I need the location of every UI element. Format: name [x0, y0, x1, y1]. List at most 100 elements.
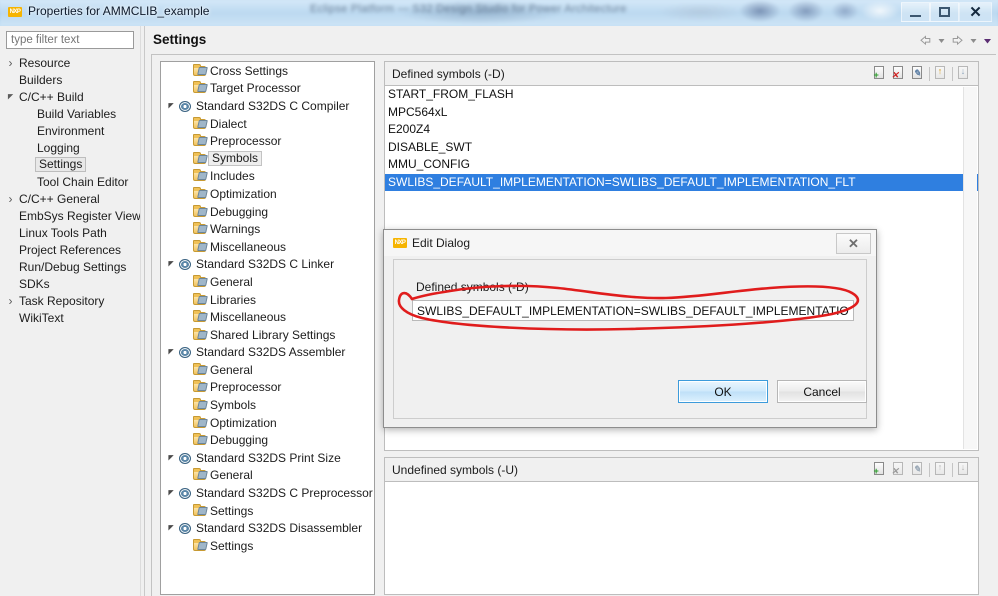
- add-icon[interactable]: +: [872, 65, 888, 82]
- sidebar-item-task-repository[interactable]: › Task Repository: [0, 292, 140, 309]
- sidebar-item-settings[interactable]: Settings: [0, 156, 140, 173]
- edit-dialog: NXP Edit Dialog ✕ Defined symbols (-D) O…: [383, 229, 877, 428]
- tool-tree-item-standard-s32ds-c-compiler[interactable]: ◢ Standard S32DS C Compiler: [161, 97, 374, 115]
- tool-tree-item-cross-settings[interactable]: Cross Settings: [161, 62, 374, 80]
- symbol-list-item[interactable]: MPC564xL: [385, 104, 978, 122]
- tool-tree-item-miscellaneous[interactable]: Miscellaneous: [161, 308, 374, 326]
- forward-arrow-icon[interactable]: [950, 33, 965, 48]
- tool-tree-item-warnings[interactable]: Warnings: [161, 220, 374, 238]
- tool-tree-item-debugging[interactable]: Debugging: [161, 203, 374, 221]
- minimize-button[interactable]: [901, 2, 930, 22]
- chevron-down-icon[interactable]: ◢: [164, 524, 178, 532]
- move-down-icon[interactable]: ↓: [956, 65, 972, 82]
- chevron-down-icon[interactable]: ◢: [164, 260, 178, 268]
- sidebar-item-builders[interactable]: Builders: [0, 71, 140, 88]
- ok-button[interactable]: OK: [678, 380, 768, 403]
- sidebar-item-build-variables[interactable]: Build Variables: [0, 105, 140, 122]
- tool-tree-item-settings[interactable]: Settings: [161, 537, 374, 555]
- edit-dialog-title-bar[interactable]: NXP Edit Dialog ✕: [384, 230, 876, 256]
- delete-icon[interactable]: ✕: [891, 461, 907, 478]
- chevron-right-icon[interactable]: ›: [4, 294, 17, 308]
- tool-tree-item-target-processor[interactable]: Target Processor: [161, 80, 374, 98]
- tool-tree-item-standard-s32ds-disassembler[interactable]: ◢ Standard S32DS Disassembler: [161, 519, 374, 537]
- filter-input[interactable]: [6, 31, 134, 49]
- chevron-down-icon[interactable]: ◢: [164, 348, 178, 356]
- back-dropdown-icon[interactable]: [936, 33, 947, 48]
- tool-tree-item-preprocessor[interactable]: Preprocessor: [161, 379, 374, 397]
- forward-dropdown-icon[interactable]: [968, 33, 979, 48]
- history-navigation-buttons[interactable]: [918, 31, 993, 49]
- tool-tree-item-label: Standard S32DS Disassembler: [196, 521, 363, 536]
- tool-tree-item-miscellaneous[interactable]: Miscellaneous: [161, 238, 374, 256]
- delete-icon[interactable]: ✕: [891, 65, 907, 82]
- move-up-icon[interactable]: ↑: [933, 461, 949, 478]
- symbol-list-item[interactable]: E200Z4: [385, 121, 978, 139]
- tool-tree-item-debugging[interactable]: Debugging: [161, 431, 374, 449]
- symbol-list-item[interactable]: MMU_CONFIG: [385, 156, 978, 174]
- sidebar-item-project-references[interactable]: Project References: [0, 241, 140, 258]
- tool-tree-item-general[interactable]: General: [161, 467, 374, 485]
- defined-symbols-toolbar[interactable]: + ✕ ✎ ↑ ↓: [872, 65, 972, 82]
- gear-icon: [178, 99, 194, 113]
- sidebar-item-sdks[interactable]: SDKs: [0, 275, 140, 292]
- tool-tree-item-optimization[interactable]: Optimization: [161, 414, 374, 432]
- sidebar-item-c-c-build[interactable]: ◢ C/C++ Build: [0, 88, 140, 105]
- symbol-list-item[interactable]: START_FROM_FLASH: [385, 86, 978, 104]
- properties-category-tree[interactable]: › Resource Builders ◢ C/C++ Build Build Var…: [0, 54, 140, 596]
- tool-tree-item-includes[interactable]: Includes: [161, 168, 374, 186]
- tool-tree-item-dialect[interactable]: Dialect: [161, 115, 374, 133]
- sidebar-item-environment[interactable]: Environment: [0, 122, 140, 139]
- tool-tree-item-standard-s32ds-c-linker[interactable]: ◢ Standard S32DS C Linker: [161, 256, 374, 274]
- tool-tree-item-standard-s32ds-assembler[interactable]: ◢ Standard S32DS Assembler: [161, 344, 374, 362]
- undefined-symbols-list[interactable]: [384, 481, 979, 595]
- tool-tree-item-shared-library-settings[interactable]: Shared Library Settings: [161, 326, 374, 344]
- tool-tree-item-label: Standard S32DS Assembler: [196, 345, 346, 360]
- back-arrow-icon[interactable]: [918, 33, 933, 48]
- sidebar-item-linux-tools-path[interactable]: Linux Tools Path: [0, 224, 140, 241]
- sidebar-item-tool-chain-editor[interactable]: Tool Chain Editor: [0, 173, 140, 190]
- edit-icon[interactable]: ✎: [910, 461, 926, 478]
- window-title: Properties for AMMCLIB_example: [28, 4, 210, 18]
- view-menu-icon[interactable]: [982, 33, 993, 48]
- sidebar-item-logging[interactable]: Logging: [0, 139, 140, 156]
- tool-tree-item-settings[interactable]: Settings: [161, 502, 374, 520]
- symbol-list-item[interactable]: SWLIBS_DEFAULT_IMPLEMENTATION=SWLIBS_DEF…: [385, 173, 978, 191]
- tool-settings-tree[interactable]: Cross Settings Target Processor ◢ Standard…: [160, 61, 375, 595]
- tool-tree-item-preprocessor[interactable]: Preprocessor: [161, 132, 374, 150]
- chevron-right-icon[interactable]: ›: [4, 56, 17, 70]
- edit-dialog-symbol-input[interactable]: [412, 300, 854, 321]
- move-down-icon[interactable]: ↓: [956, 461, 972, 478]
- cancel-button[interactable]: Cancel: [777, 380, 867, 403]
- add-icon[interactable]: +: [872, 461, 888, 478]
- tree-spacer-icon: [178, 295, 192, 304]
- chevron-down-icon[interactable]: ◢: [164, 102, 178, 110]
- symbol-list-item[interactable]: DISABLE_SWT: [385, 139, 978, 157]
- chevron-down-icon[interactable]: ◢: [164, 489, 178, 497]
- edit-icon[interactable]: ✎: [910, 65, 926, 82]
- undefined-symbols-toolbar[interactable]: + ✕ ✎ ↑ ↓: [872, 461, 972, 478]
- sidebar-item-embsys-register-view[interactable]: EmbSys Register View: [0, 207, 140, 224]
- sidebar-item-wikitext[interactable]: WikiText: [0, 309, 140, 326]
- tool-tree-item-symbols[interactable]: Symbols: [161, 396, 374, 414]
- window-title-bar[interactable]: Eclipse Platform — S32 Design Studio for…: [0, 0, 998, 26]
- tool-tree-item-label: Includes: [210, 169, 255, 184]
- maximize-button[interactable]: [930, 2, 959, 22]
- chevron-down-icon[interactable]: ◢: [4, 93, 17, 101]
- tool-tree-item-general[interactable]: General: [161, 273, 374, 291]
- tool-tree-item-optimization[interactable]: Optimization: [161, 185, 374, 203]
- sidebar-item-run-debug-settings[interactable]: Run/Debug Settings: [0, 258, 140, 275]
- move-up-icon[interactable]: ↑: [933, 65, 949, 82]
- sidebar-item-c-c-general[interactable]: › C/C++ General: [0, 190, 140, 207]
- edit-dialog-close-button[interactable]: ✕: [836, 233, 871, 254]
- defined-symbols-scrollbar[interactable]: [963, 87, 977, 449]
- tool-tree-item-standard-s32ds-c-preprocessor[interactable]: ◢ Standard S32DS C Preprocessor: [161, 484, 374, 502]
- close-button[interactable]: ✕: [959, 2, 992, 22]
- tool-tree-item-general[interactable]: General: [161, 361, 374, 379]
- sidebar-item-resource[interactable]: › Resource: [0, 54, 140, 71]
- tree-spacer-icon: [178, 277, 192, 286]
- chevron-right-icon[interactable]: ›: [4, 192, 17, 206]
- chevron-down-icon[interactable]: ◢: [164, 454, 178, 462]
- tool-tree-item-libraries[interactable]: Libraries: [161, 291, 374, 309]
- tool-tree-item-symbols[interactable]: Symbols: [161, 150, 374, 168]
- tool-tree-item-standard-s32ds-print-size[interactable]: ◢ Standard S32DS Print Size: [161, 449, 374, 467]
